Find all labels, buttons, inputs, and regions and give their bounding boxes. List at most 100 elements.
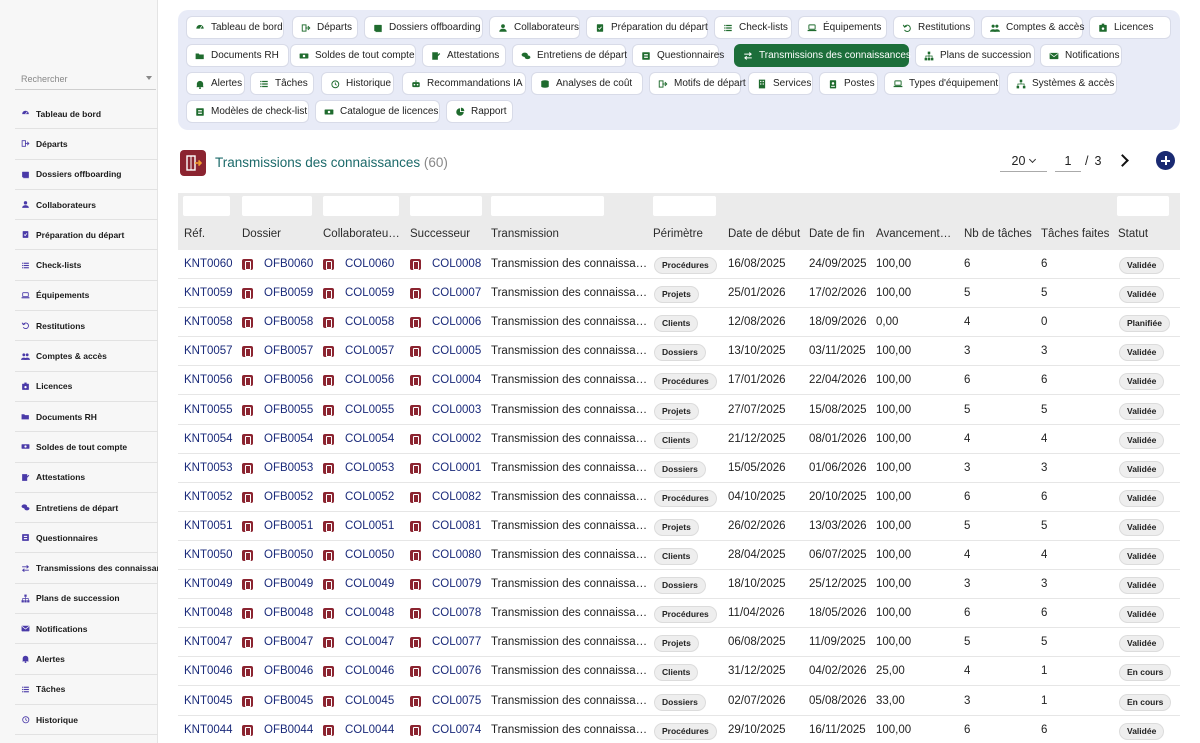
cell-ref[interactable]: KNT0050 bbox=[184, 549, 233, 561]
tab-10[interactable]: Licences bbox=[1089, 16, 1171, 39]
record-link-icon[interactable] bbox=[410, 637, 421, 649]
table-row[interactable]: KNT0054 OFB0054 COL0054 COL0002 Transmission… bbox=[178, 425, 1180, 454]
cell-dossier[interactable]: OFB0049 bbox=[264, 578, 313, 590]
sidebar-item-20[interactable]: Tâches bbox=[15, 675, 158, 705]
cell-dossier[interactable]: OFB0054 bbox=[264, 433, 313, 445]
column-header[interactable]: Transmission bbox=[491, 228, 649, 240]
cell-dossier[interactable]: OFB0055 bbox=[264, 404, 313, 416]
record-link-icon[interactable] bbox=[323, 317, 334, 329]
cell-collab[interactable]: COL0045 bbox=[345, 695, 394, 707]
cell-succ[interactable]: COL0008 bbox=[432, 258, 481, 270]
record-link-icon[interactable] bbox=[410, 520, 421, 532]
column-header[interactable]: Nb de tâches bbox=[964, 228, 1038, 240]
sidebar-item-3[interactable]: Dossiers offboarding bbox=[15, 160, 158, 190]
column-header[interactable]: Statut bbox=[1118, 228, 1178, 240]
record-link-icon[interactable] bbox=[323, 608, 334, 620]
cell-ref[interactable]: KNT0055 bbox=[184, 404, 233, 416]
sidebar-item-15[interactable]: Questionnaires bbox=[15, 523, 158, 554]
record-link-icon[interactable] bbox=[323, 404, 334, 416]
tab-22[interactable]: Recommandations IA bbox=[402, 72, 526, 95]
column-header[interactable]: Date de début bbox=[728, 228, 806, 240]
table-row[interactable]: KNT0052 OFB0052 COL0052 COL0082 Transmission… bbox=[178, 483, 1180, 512]
sidebar-item-19[interactable]: Alertes bbox=[15, 644, 158, 675]
column-header[interactable]: Avancement… bbox=[876, 228, 954, 240]
column-filter-input[interactable] bbox=[653, 196, 716, 216]
column-filter-input[interactable] bbox=[323, 196, 399, 216]
table-row[interactable]: KNT0060 OFB0060 COL0060 COL0008 Transmission… bbox=[178, 250, 1180, 280]
record-link-icon[interactable] bbox=[410, 346, 421, 358]
record-link-icon[interactable] bbox=[242, 404, 253, 416]
cell-collab[interactable]: COL0056 bbox=[345, 374, 394, 386]
table-row[interactable]: KNT0055 OFB0055 COL0055 COL0003 Transmission… bbox=[178, 396, 1180, 425]
column-filter-input[interactable] bbox=[410, 196, 482, 216]
column-header[interactable]: Successeur bbox=[410, 228, 486, 240]
cell-collab[interactable]: COL0055 bbox=[345, 404, 394, 416]
cell-collab[interactable]: COL0052 bbox=[345, 491, 394, 503]
cell-succ[interactable]: COL0005 bbox=[432, 345, 481, 357]
cell-dossier[interactable]: OFB0052 bbox=[264, 491, 313, 503]
record-link-icon[interactable] bbox=[323, 695, 334, 707]
page-size-select[interactable]: 20 bbox=[1000, 150, 1047, 172]
record-link-icon[interactable] bbox=[242, 637, 253, 649]
cell-ref[interactable]: KNT0054 bbox=[184, 433, 233, 445]
column-header[interactable]: Collaborateu… bbox=[323, 228, 403, 240]
cell-succ[interactable]: COL0007 bbox=[432, 287, 481, 299]
sidebar-item-10[interactable]: Licences bbox=[15, 372, 158, 402]
tab-24[interactable]: Motifs de départ bbox=[649, 72, 746, 95]
sidebar-item-11[interactable]: Documents RH bbox=[15, 402, 158, 433]
tab-14[interactable]: Entretiens de départ bbox=[512, 44, 627, 67]
record-link-icon[interactable] bbox=[323, 375, 334, 387]
cell-dossier[interactable]: OFB0058 bbox=[264, 316, 313, 328]
record-link-icon[interactable] bbox=[410, 550, 421, 561]
record-link-icon[interactable] bbox=[242, 491, 253, 503]
tab-27[interactable]: Types d'équipement bbox=[884, 72, 1000, 95]
record-link-icon[interactable] bbox=[410, 259, 421, 270]
sidebar-item-13[interactable]: Attestations bbox=[15, 463, 158, 493]
tab-4[interactable]: Collaborateurs bbox=[489, 16, 580, 39]
cell-succ[interactable]: COL0006 bbox=[432, 316, 481, 328]
record-link-icon[interactable] bbox=[410, 608, 421, 620]
table-row[interactable]: KNT0050 OFB0050 COL0050 COL0080 Transmission… bbox=[178, 541, 1180, 571]
cell-ref[interactable]: KNT0046 bbox=[184, 665, 233, 677]
record-link-icon[interactable] bbox=[323, 579, 334, 591]
record-link-icon[interactable] bbox=[242, 288, 253, 300]
record-link-icon[interactable] bbox=[323, 550, 334, 561]
table-row[interactable]: KNT0048 OFB0048 COL0048 COL0078 Transmission… bbox=[178, 599, 1180, 629]
column-header[interactable]: Tâches faites bbox=[1041, 228, 1115, 240]
table-row[interactable]: KNT0047 OFB0047 COL0047 COL0077 Transmission… bbox=[178, 628, 1180, 658]
record-link-icon[interactable] bbox=[323, 462, 334, 474]
cell-collab[interactable]: COL0059 bbox=[345, 287, 394, 299]
tab-26[interactable]: Postes bbox=[819, 72, 878, 95]
next-page-button[interactable] bbox=[1117, 154, 1129, 168]
cell-succ[interactable]: COL0003 bbox=[432, 404, 481, 416]
table-row[interactable]: KNT0059 OFB0059 COL0059 COL0007 Transmission… bbox=[178, 279, 1180, 309]
record-link-icon[interactable] bbox=[242, 520, 253, 532]
cell-succ[interactable]: COL0078 bbox=[432, 607, 481, 619]
tab-25[interactable]: Services bbox=[748, 72, 813, 95]
cell-dossier[interactable]: OFB0045 bbox=[264, 695, 313, 707]
record-link-icon[interactable] bbox=[242, 724, 253, 736]
record-link-icon[interactable] bbox=[242, 695, 253, 707]
table-row[interactable]: KNT0046 OFB0046 COL0046 COL0076 Transmission… bbox=[178, 657, 1180, 687]
cell-dossier[interactable]: OFB0057 bbox=[264, 345, 313, 357]
cell-dossier[interactable]: OFB0053 bbox=[264, 462, 313, 474]
table-row[interactable]: KNT0044 OFB0044 COL0044 COL0074 Transmission… bbox=[178, 716, 1180, 743]
tab-11[interactable]: Documents RH bbox=[186, 44, 289, 67]
cell-dossier[interactable]: OFB0051 bbox=[264, 520, 313, 532]
record-link-icon[interactable] bbox=[323, 666, 334, 678]
record-link-icon[interactable] bbox=[323, 346, 334, 358]
record-link-icon[interactable] bbox=[242, 666, 253, 678]
record-link-icon[interactable] bbox=[410, 288, 421, 300]
sidebar-item-8[interactable]: Restitutions bbox=[15, 311, 158, 342]
record-link-icon[interactable] bbox=[242, 550, 253, 561]
record-link-icon[interactable] bbox=[410, 433, 421, 445]
record-link-icon[interactable] bbox=[410, 404, 421, 416]
record-link-icon[interactable] bbox=[242, 317, 253, 329]
record-link-icon[interactable] bbox=[242, 608, 253, 620]
sidebar-item-21[interactable]: Historique bbox=[15, 705, 158, 736]
column-header[interactable]: Réf. bbox=[184, 228, 239, 240]
record-link-icon[interactable] bbox=[410, 491, 421, 503]
sidebar-item-12[interactable]: Soldes de tout compte bbox=[15, 432, 158, 463]
cell-ref[interactable]: KNT0053 bbox=[184, 462, 233, 474]
tab-13[interactable]: Attestations bbox=[422, 44, 506, 67]
